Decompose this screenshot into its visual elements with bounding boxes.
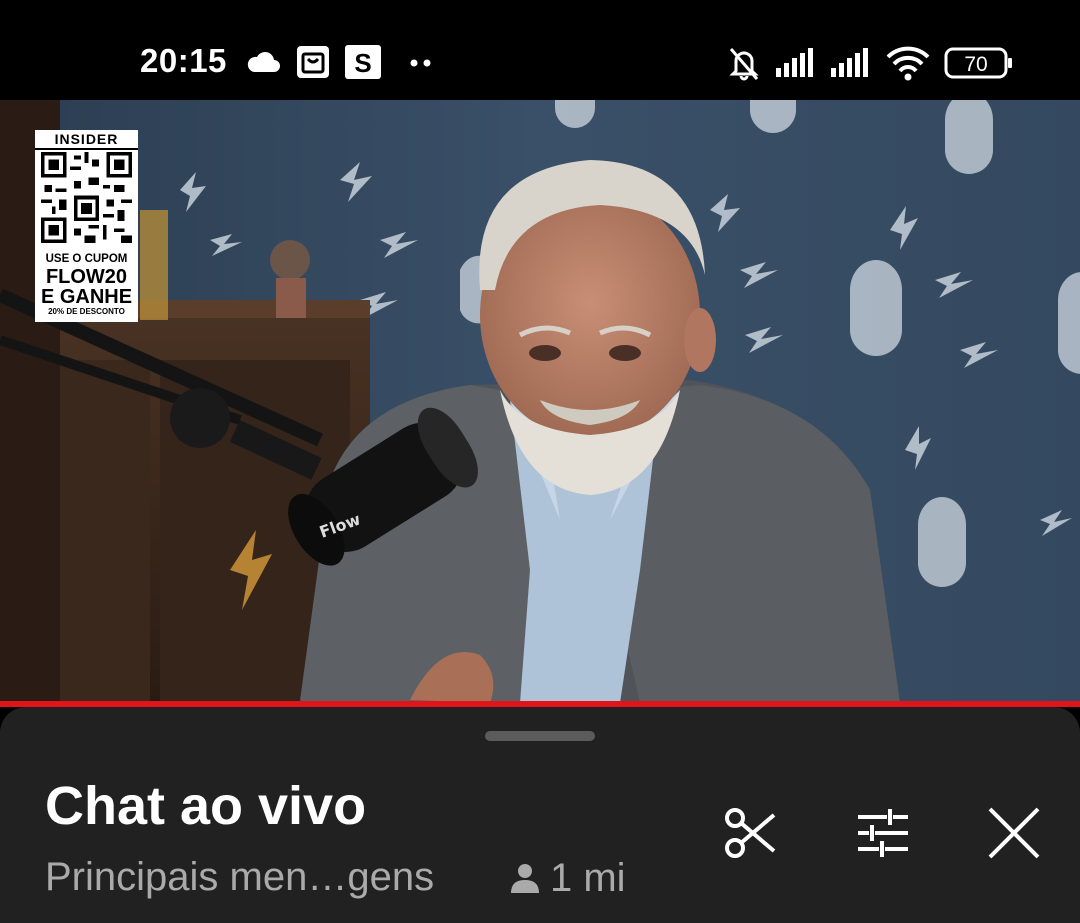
- signal-icon: [831, 48, 868, 77]
- sponsor-promo-text: USE O CUPOM FLOW20 E GANHE 20% DE DESCON…: [35, 253, 138, 316]
- signal-icon: [776, 48, 813, 77]
- svg-text:S: S: [354, 48, 371, 78]
- person-icon: [511, 864, 539, 893]
- qr-code: [41, 152, 132, 243]
- promo-line-1: USE O CUPOM: [45, 253, 128, 265]
- chat-mode-selector[interactable]: Principais men…gens: [45, 855, 434, 900]
- viewer-count: 1 mi: [508, 855, 626, 901]
- shopping-bag-icon: [297, 46, 329, 78]
- promo-line-4: 20% DE DESCONTO: [48, 306, 125, 316]
- more-dots-icon: [410, 59, 431, 67]
- cloud-icon: [247, 52, 280, 72]
- live-chat-panel: Chat ao vivo Principais men…gens 1 mi: [0, 707, 1080, 923]
- promo-coupon-code: FLOW20: [45, 265, 128, 288]
- video-frame: Flow: [0, 100, 1080, 703]
- scissors-icon[interactable]: [722, 805, 778, 861]
- filter-sliders-icon[interactable]: [855, 805, 911, 861]
- drag-handle[interactable]: [485, 731, 595, 741]
- promo-line-3: E GANHE: [40, 285, 133, 308]
- video-player[interactable]: Flow INSIDER USE O CUPOM FLOW20 E GANHE …: [0, 100, 1080, 703]
- wifi-icon: [886, 46, 930, 81]
- chat-title: Chat ao vivo: [45, 776, 367, 836]
- viewer-count-value: 1 mi: [550, 855, 626, 900]
- sponsor-qr-badge: INSIDER USE O CUPOM FLOW20 E GANHE 20% D…: [35, 130, 138, 322]
- sponsor-brand: INSIDER: [35, 130, 138, 150]
- muted-bell-icon: [729, 48, 759, 81]
- status-bar: 20:15 S 70: [0, 0, 1080, 100]
- s-app-icon: S: [345, 45, 381, 79]
- battery-level: 70: [964, 53, 987, 76]
- close-icon[interactable]: [986, 805, 1042, 861]
- clock: 20:15: [140, 42, 227, 79]
- battery-icon: 70: [944, 47, 1012, 79]
